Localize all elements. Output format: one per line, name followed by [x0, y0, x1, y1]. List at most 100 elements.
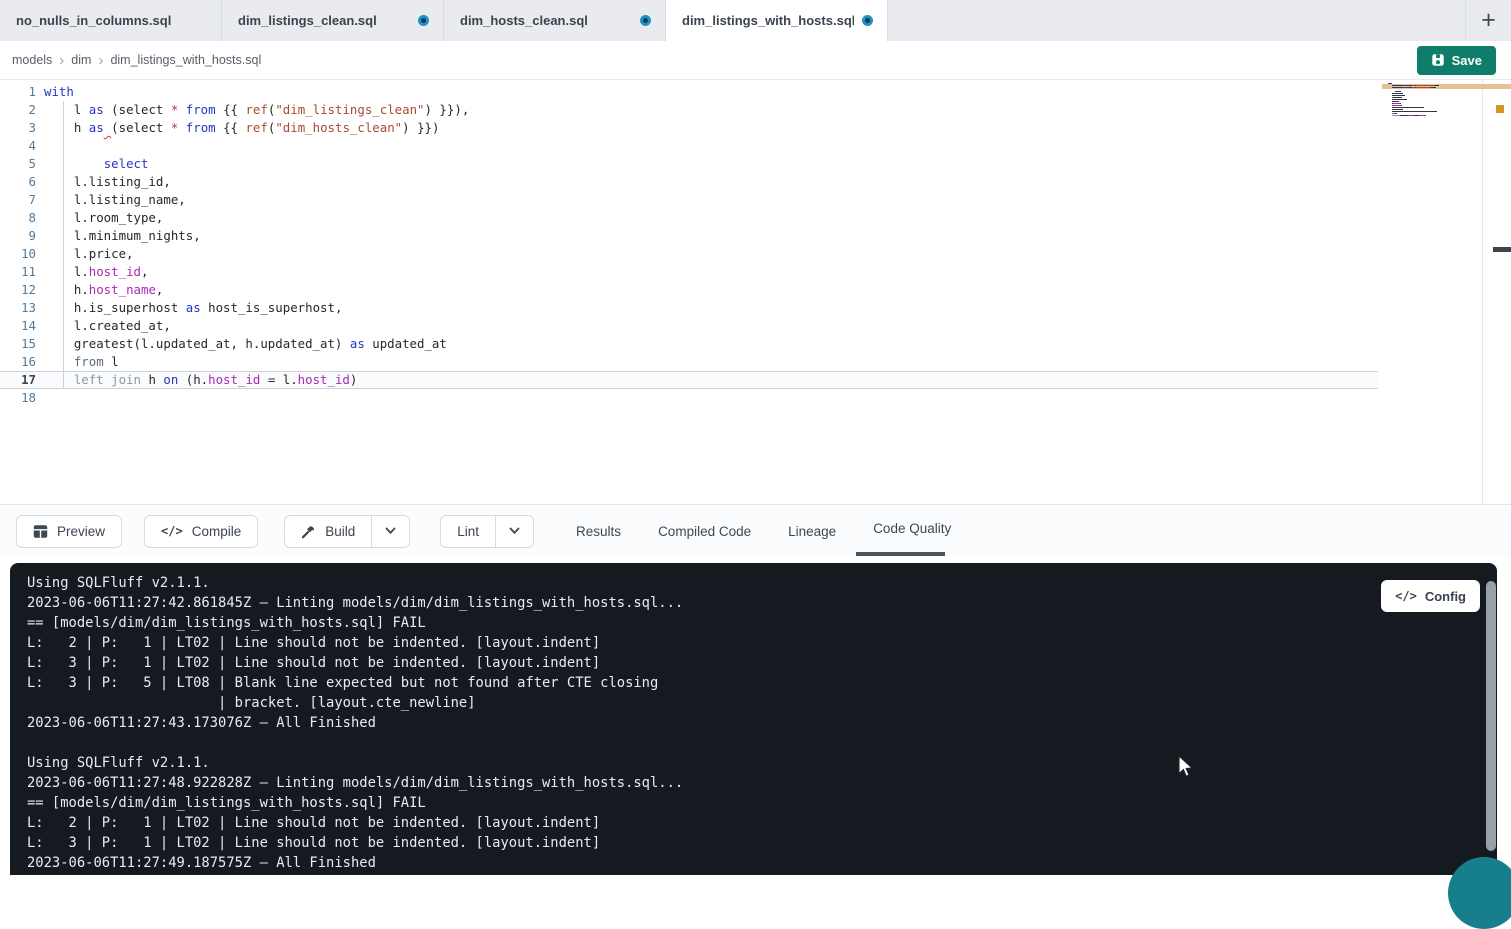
terminal-log-text: Using SQLFluff v2.1.1. 2023-06-06T11:27:… — [10, 563, 1497, 873]
file-header: models›dim›dim_listings_with_hosts.sql S… — [0, 41, 1511, 80]
code-line-13[interactable]: 13 h.is_superhost as host_is_superhost, — [0, 299, 1511, 317]
panel-tab-lineage[interactable]: Lineage — [788, 524, 836, 539]
breadcrumb-item[interactable]: models — [12, 53, 52, 67]
line-number: 15 — [0, 335, 44, 353]
minimap-line — [1388, 117, 1462, 118]
code-line-14[interactable]: 14 l.created_at, — [0, 317, 1511, 335]
code-editor[interactable]: 1with2 l as (select * from {{ ref("dim_l… — [0, 80, 1511, 505]
active-panel-tab-indicator — [856, 552, 945, 556]
plus-icon: + — [1481, 6, 1496, 35]
unsaved-changes-icon — [862, 15, 873, 26]
help-fab-button[interactable] — [1448, 857, 1511, 929]
tab-strip: no_nulls_in_columns.sql dim_listings_clea… — [0, 0, 888, 41]
action-toolbar: Preview </> Compile Build Lint Resu — [0, 505, 1511, 557]
code-text: h.host_name, — [44, 281, 163, 299]
code-text: l.listing_name, — [44, 191, 186, 209]
build-button[interactable]: Build — [284, 515, 372, 548]
panel-tab-results[interactable]: Results — [576, 524, 621, 539]
code-line-12[interactable]: 12 h.host_name, — [0, 281, 1511, 299]
line-number: 1 — [0, 83, 44, 101]
code-text: greatest(l.updated_at, h.updated_at) as … — [44, 335, 447, 353]
code-text: l.host_id, — [44, 263, 148, 281]
breadcrumb-item[interactable]: dim_listings_with_hosts.sql — [110, 53, 261, 67]
compile-button[interactable]: </> Compile — [144, 515, 258, 548]
panel-tab-code-quality[interactable]: Code Quality — [873, 521, 951, 536]
panel-tab-compiled-code[interactable]: Compiled Code — [658, 524, 751, 539]
editor-tab-dim_listings_with_hosts-sql[interactable]: dim_listings_with_hosts.sql — [666, 0, 888, 41]
minimap-line — [1388, 113, 1462, 114]
line-number: 7 — [0, 191, 44, 209]
editor-tab-dim_listings_clean-sql[interactable]: dim_listings_clean.sql — [222, 0, 444, 41]
line-number: 10 — [0, 245, 44, 263]
code-line-10[interactable]: 10 l.price, — [0, 245, 1511, 263]
build-dropdown-button[interactable] — [372, 515, 410, 548]
line-number: 12 — [0, 281, 44, 299]
tab-bar: no_nulls_in_columns.sql dim_listings_clea… — [0, 0, 1511, 41]
minimap-line — [1388, 115, 1462, 116]
code-line-8[interactable]: 8 l.room_type, — [0, 209, 1511, 227]
line-number: 9 — [0, 227, 44, 245]
code-line-9[interactable]: 9 l.minimum_nights, — [0, 227, 1511, 245]
code-text: left join h on (h.host_id = l.host_id) — [44, 371, 357, 389]
code-brackets-icon: </> — [1395, 589, 1417, 603]
code-text: h as (select * from {{ ref("dim_hosts_cl… — [44, 119, 439, 137]
chevron-down-icon — [509, 527, 520, 535]
code-line-2[interactable]: 2 l as (select * from {{ ref("dim_listin… — [0, 101, 1511, 119]
panel-tabs: Results Compiled Code Lineage Code Quality — [576, 524, 951, 539]
minimap-line — [1388, 97, 1462, 98]
scroll-gutter-divider — [1482, 80, 1483, 504]
editor-scrollbar-thumb[interactable] — [1493, 247, 1511, 252]
unsaved-changes-icon — [418, 15, 429, 26]
console-area: Using SQLFluff v2.1.1. 2023-06-06T11:27:… — [0, 557, 1511, 875]
minimap-line — [1388, 99, 1462, 100]
editor-tab-dim_hosts_clean-sql[interactable]: dim_hosts_clean.sql — [444, 0, 666, 41]
code-line-16[interactable]: 16 from l — [0, 353, 1511, 371]
minimap-line — [1388, 111, 1462, 112]
code-line-1[interactable]: 1with — [0, 83, 1511, 101]
code-line-3[interactable]: 3 h as (select * from {{ ref("dim_hosts_… — [0, 119, 1511, 137]
code-line-7[interactable]: 7 l.listing_name, — [0, 191, 1511, 209]
minimap-line — [1388, 93, 1462, 94]
minimap-line — [1388, 95, 1462, 96]
code-text: l.minimum_nights, — [44, 227, 201, 245]
preview-label: Preview — [57, 524, 105, 539]
line-number: 3 — [0, 119, 44, 137]
preview-button[interactable]: Preview — [16, 515, 122, 548]
code-text: l as (select * from {{ ref("dim_listings… — [44, 101, 469, 119]
line-number: 6 — [0, 173, 44, 191]
code-line-18[interactable]: 18 — [0, 389, 1511, 407]
new-tab-button[interactable]: + — [1465, 0, 1511, 41]
minimap-line — [1388, 83, 1462, 84]
line-number: 4 — [0, 137, 44, 155]
line-number: 2 — [0, 101, 44, 119]
lint-button[interactable]: Lint — [440, 515, 496, 548]
terminal-output[interactable]: Using SQLFluff v2.1.1. 2023-06-06T11:27:… — [10, 563, 1497, 875]
code-text: from l — [44, 353, 119, 371]
code-line-6[interactable]: 6 l.listing_id, — [0, 173, 1511, 191]
unsaved-changes-icon — [640, 15, 651, 26]
terminal-scrollbar-thumb[interactable] — [1486, 581, 1496, 851]
save-button[interactable]: Save — [1417, 46, 1496, 75]
code-line-11[interactable]: 11 l.host_id, — [0, 263, 1511, 281]
minimap-line — [1388, 87, 1462, 88]
minimap-line — [1388, 109, 1462, 110]
code-line-4[interactable]: 4 — [0, 137, 1511, 155]
breadcrumb-item[interactable]: dim — [71, 53, 91, 67]
build-label: Build — [325, 524, 355, 539]
minimap-line — [1388, 91, 1462, 92]
lint-dropdown-button[interactable] — [496, 515, 534, 548]
config-button[interactable]: </> Config — [1381, 580, 1480, 612]
chevron-down-icon — [385, 527, 396, 535]
code-line-17[interactable]: 17 left join h on (h.host_id = l.host_id… — [0, 371, 1378, 389]
breadcrumb-separator: › — [98, 53, 103, 68]
minimap-line — [1388, 105, 1462, 106]
editor-tab-no_nulls_in_columns-sql[interactable]: no_nulls_in_columns.sql — [0, 0, 222, 41]
code-line-15[interactable]: 15 greatest(l.updated_at, h.updated_at) … — [0, 335, 1511, 353]
code-line-5[interactable]: 5 select — [0, 155, 1511, 173]
code-text: l.price, — [44, 245, 134, 263]
minimap[interactable] — [1388, 83, 1462, 119]
tab-label: dim_listings_with_hosts.sql — [682, 13, 854, 28]
line-number: 8 — [0, 209, 44, 227]
scrollbar-warning-marker — [1496, 105, 1504, 113]
tab-label: dim_listings_clean.sql — [238, 13, 377, 28]
